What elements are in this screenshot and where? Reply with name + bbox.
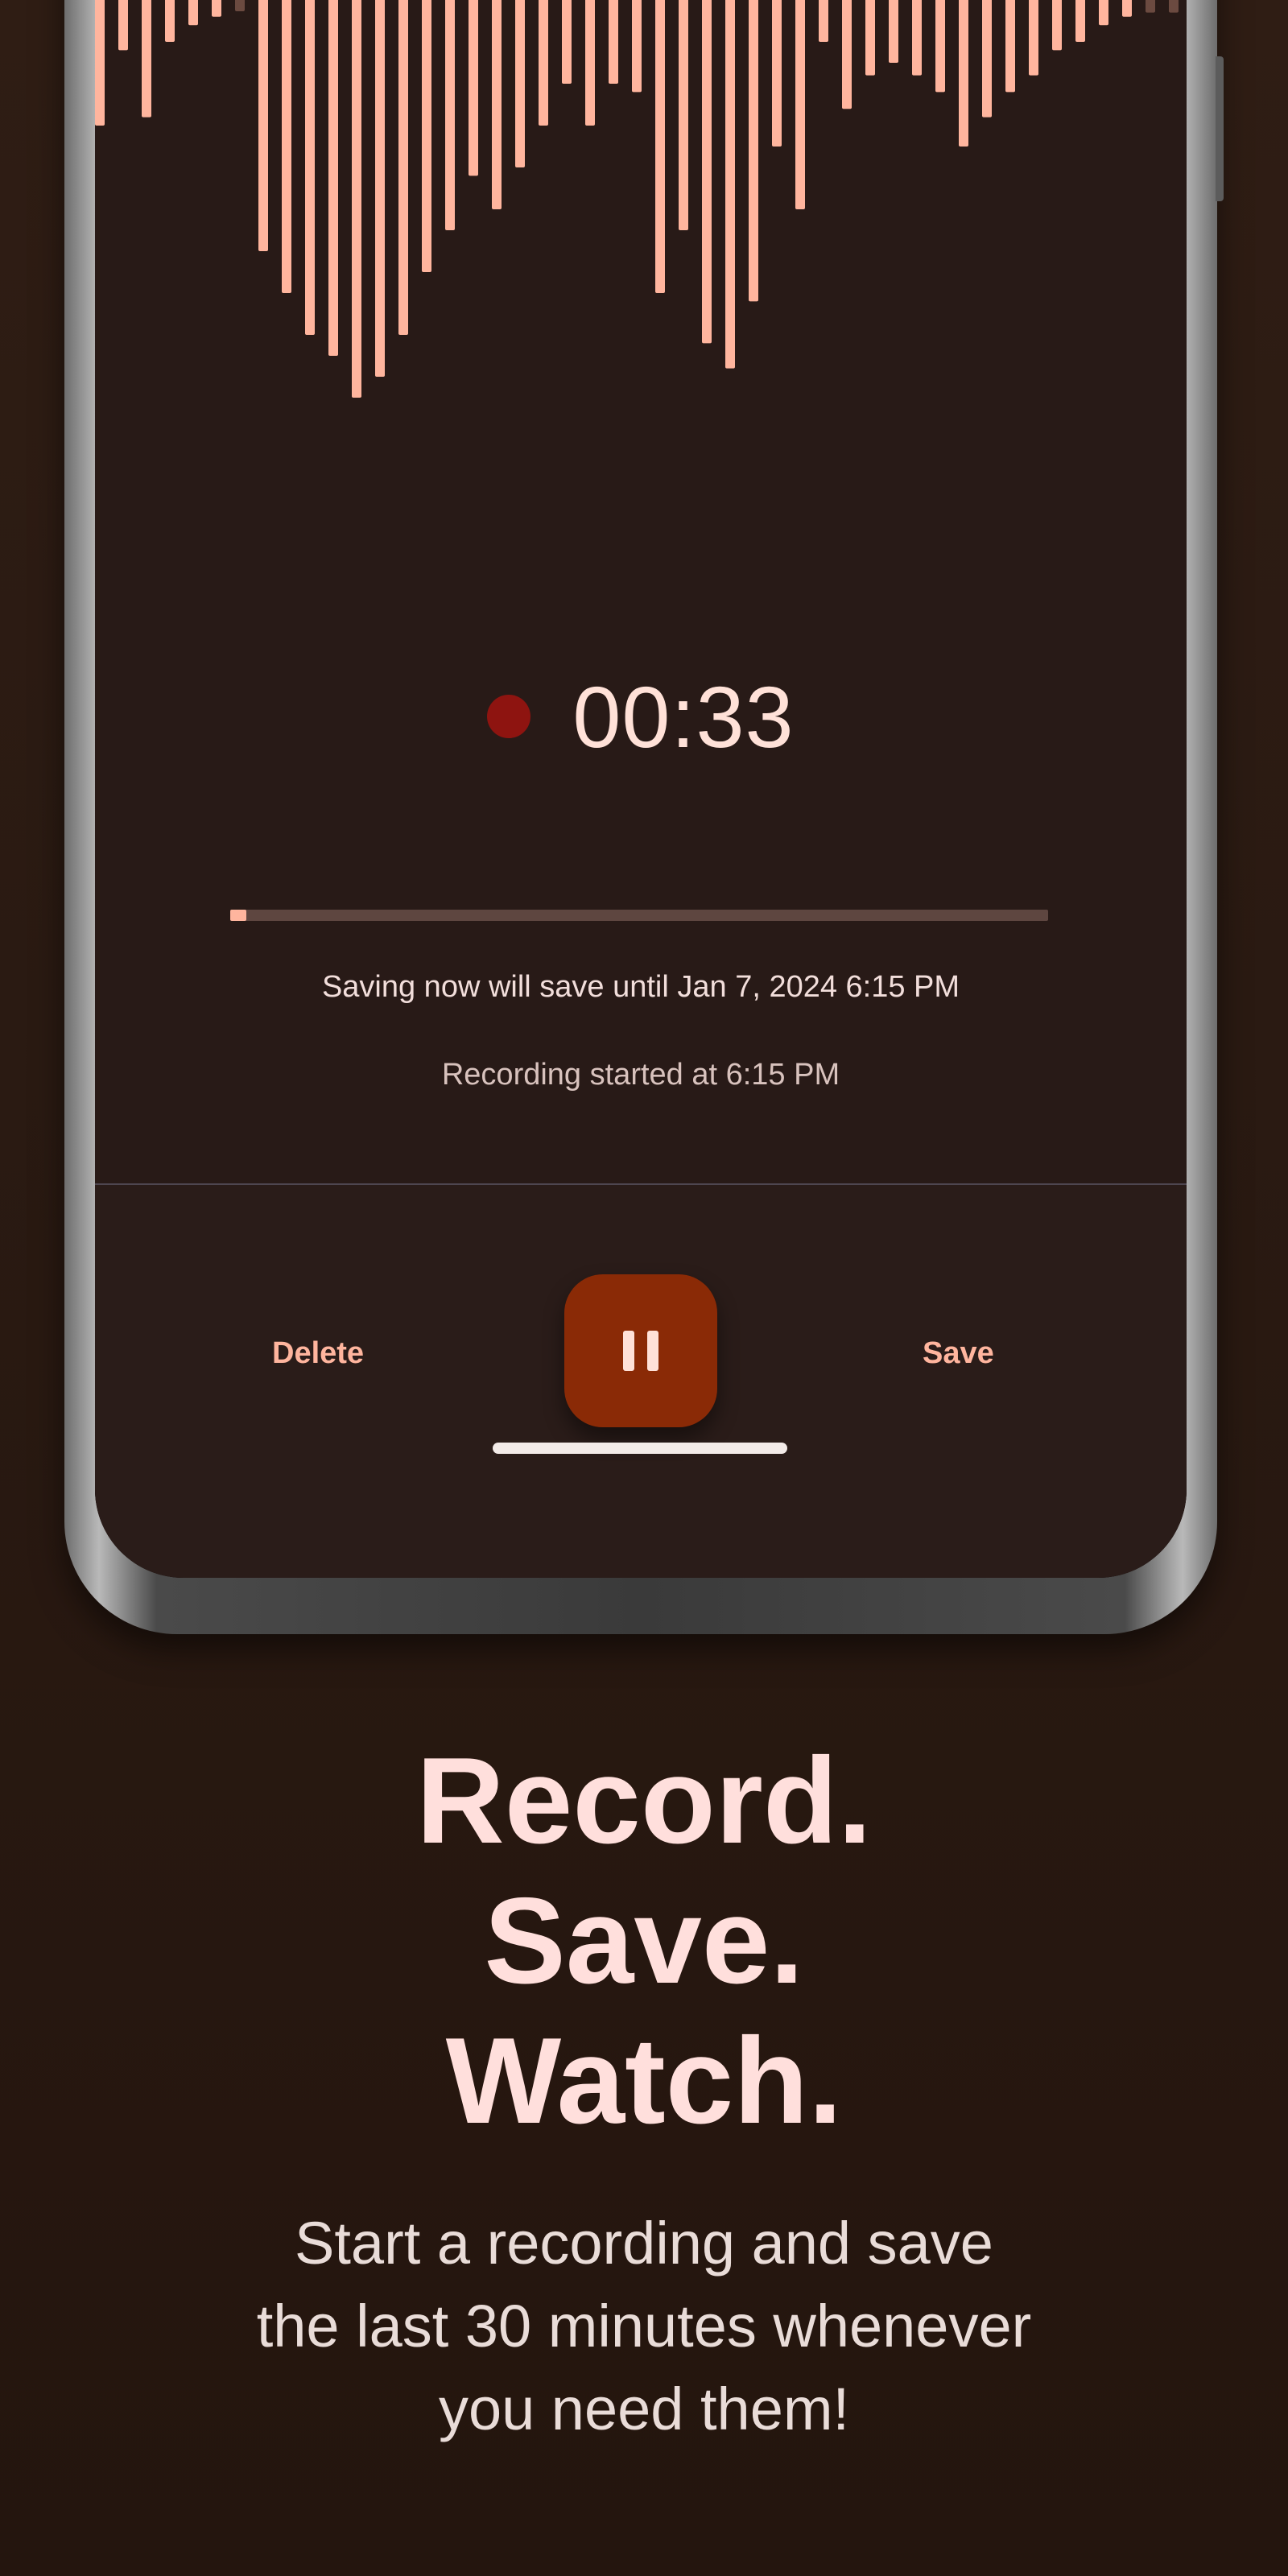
phone-screen: 00:33 Saving now will save until Jan 7, … <box>95 0 1187 1578</box>
waveform-bar <box>469 0 478 176</box>
buffer-progress-fill <box>230 910 247 921</box>
recording-dot-icon <box>487 695 531 738</box>
subtitle-line: you need them! <box>438 2376 850 2442</box>
delete-button[interactable]: Delete <box>256 1328 380 1379</box>
waveform-bar <box>118 0 128 51</box>
save-button[interactable]: Save <box>906 1328 1010 1379</box>
waveform-bar <box>702 0 712 344</box>
waveform-bar <box>609 0 618 84</box>
waveform-bar <box>1052 0 1062 51</box>
waveform-bar <box>492 0 502 209</box>
waveform-bar <box>142 0 151 118</box>
waveform-bar <box>235 0 245 11</box>
waveform-bar <box>725 0 735 369</box>
waveform-bar <box>95 0 105 126</box>
buffer-progress-bar <box>230 910 1048 921</box>
waveform-bar <box>1005 0 1015 93</box>
waveform-bar <box>398 0 408 335</box>
pause-button[interactable] <box>564 1274 717 1427</box>
waveform-bar <box>935 0 945 93</box>
waveform-bar <box>749 0 758 302</box>
headline-line: Record. <box>416 1732 872 1869</box>
recording-started-note: Recording started at 6:15 PM <box>441 1058 840 1092</box>
waveform-bar <box>1029 0 1038 76</box>
promo-subtitle: Start a recording and save the last 30 m… <box>0 2202 1288 2450</box>
waveform-bar <box>1146 0 1155 13</box>
home-indicator[interactable] <box>493 1443 787 1454</box>
phone-side-button <box>1216 56 1224 201</box>
waveform-bar <box>655 0 665 293</box>
waveform-bar <box>445 0 455 230</box>
waveform-bar <box>282 0 291 293</box>
subtitle-line: Start a recording and save <box>295 2210 993 2277</box>
waveform-bar <box>842 0 852 109</box>
elapsed-time: 00:33 <box>572 667 795 766</box>
waveform-bar <box>539 0 548 126</box>
waveform-bar <box>165 0 175 42</box>
waveform-bar <box>515 0 525 167</box>
waveform-bar <box>1122 0 1132 17</box>
subtitle-line: the last 30 minutes whenever <box>256 2293 1032 2359</box>
save-until-note: Saving now will save until Jan 7, 2024 6… <box>321 970 960 1004</box>
waveform-bar <box>865 0 875 76</box>
waveform-bar <box>819 0 828 42</box>
waveform-bar <box>422 0 431 272</box>
pause-icon <box>617 1331 665 1371</box>
waveform-bar <box>982 0 992 118</box>
waveform-bar <box>772 0 782 147</box>
waveform-bar <box>188 0 198 26</box>
waveform-bar <box>1075 0 1085 42</box>
waveform-bar <box>889 0 898 63</box>
waveform-bar <box>959 0 968 147</box>
waveform-bar <box>1169 0 1179 13</box>
waveform-bar <box>1099 0 1108 26</box>
waveform-bar <box>912 0 922 76</box>
waveform-bar <box>562 0 572 84</box>
recording-status: 00:33 <box>95 664 1187 769</box>
waveform-bar <box>212 0 221 17</box>
audio-waveform <box>95 0 1179 398</box>
waveform-bar <box>305 0 315 335</box>
headline-line: Save. <box>484 1872 804 2009</box>
waveform-bar <box>795 0 805 209</box>
waveform-bar <box>352 0 361 398</box>
promo-headline: Record. Save. Watch. <box>0 1731 1288 2151</box>
waveform-bar <box>328 0 338 356</box>
divider <box>95 1183 1187 1185</box>
waveform-bar <box>258 0 268 251</box>
waveform-bar <box>375 0 385 377</box>
waveform-bar <box>585 0 595 126</box>
waveform-bar <box>632 0 642 93</box>
waveform-bar <box>679 0 688 230</box>
headline-line: Watch. <box>445 2013 843 2149</box>
